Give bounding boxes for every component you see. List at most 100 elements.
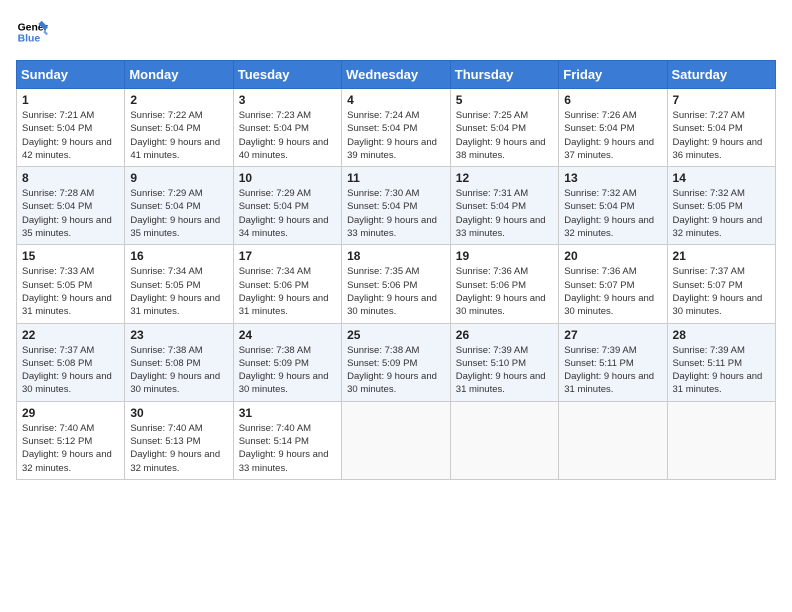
day-info: Sunrise: 7:24 AM Sunset: 5:04 PM Dayligh… bbox=[347, 109, 445, 162]
day-cell: 14Sunrise: 7:32 AM Sunset: 5:05 PM Dayli… bbox=[667, 167, 775, 245]
day-number: 30 bbox=[130, 406, 227, 420]
day-number: 16 bbox=[130, 249, 227, 263]
day-number: 3 bbox=[239, 93, 336, 107]
day-cell: 26 Sunrise: 7:39 AM Sunset: 5:10 PM Dayli… bbox=[450, 323, 558, 401]
day-header-monday: Monday bbox=[125, 61, 233, 89]
day-number: 31 bbox=[239, 406, 336, 420]
day-info: Sunrise: 7:40 AM Sunset: 5:14 PM Dayligh… bbox=[239, 422, 336, 475]
day-cell: 4Sunrise: 7:24 AM Sunset: 5:04 PM Daylig… bbox=[342, 89, 451, 167]
day-cell: 9 Sunrise: 7:29 AM Sunset: 5:04 PM Daylig… bbox=[125, 167, 233, 245]
day-cell: 3 Sunrise: 7:23 AM Sunset: 5:04 PM Daylig… bbox=[233, 89, 341, 167]
week-row-4: 29 Sunrise: 7:40 AM Sunset: 5:12 PM Dayli… bbox=[17, 401, 776, 479]
day-header-thursday: Thursday bbox=[450, 61, 558, 89]
day-info: Sunrise: 7:37 AM Sunset: 5:07 PM Dayligh… bbox=[673, 265, 770, 318]
day-cell: 18 Sunrise: 7:35 AM Sunset: 5:06 PM Dayli… bbox=[342, 245, 451, 323]
day-cell: 30 Sunrise: 7:40 AM Sunset: 5:13 PM Dayli… bbox=[125, 401, 233, 479]
day-cell: 31 Sunrise: 7:40 AM Sunset: 5:14 PM Dayli… bbox=[233, 401, 341, 479]
day-number: 29 bbox=[22, 406, 119, 420]
day-info: Sunrise: 7:33 AM Sunset: 5:05 PM Dayligh… bbox=[22, 265, 119, 318]
logo-icon: General Blue bbox=[16, 16, 48, 48]
day-cell bbox=[342, 401, 451, 479]
day-number: 28 bbox=[673, 328, 770, 342]
day-cell bbox=[667, 401, 775, 479]
day-cell: 24 Sunrise: 7:38 AM Sunset: 5:09 PM Dayli… bbox=[233, 323, 341, 401]
day-info: Sunrise: 7:39 AM Sunset: 5:11 PM Dayligh… bbox=[564, 344, 661, 397]
day-cell: 6 Sunrise: 7:26 AM Sunset: 5:04 PM Daylig… bbox=[559, 89, 667, 167]
day-number: 27 bbox=[564, 328, 661, 342]
day-cell bbox=[450, 401, 558, 479]
day-info: Sunrise: 7:38 AM Sunset: 5:08 PM Dayligh… bbox=[130, 344, 227, 397]
day-cell: 29 Sunrise: 7:40 AM Sunset: 5:12 PM Dayli… bbox=[17, 401, 125, 479]
day-info: Sunrise: 7:21 AM Sunset: 5:04 PM Dayligh… bbox=[22, 109, 119, 162]
day-info: Sunrise: 7:38 AM Sunset: 5:09 PM Dayligh… bbox=[347, 344, 445, 397]
day-info: Sunrise: 7:26 AM Sunset: 5:04 PM Dayligh… bbox=[564, 109, 661, 162]
day-cell: 22 Sunrise: 7:37 AM Sunset: 5:08 PM Dayli… bbox=[17, 323, 125, 401]
day-cell: 13 Sunrise: 7:32 AM Sunset: 5:04 PM Dayli… bbox=[559, 167, 667, 245]
day-header-saturday: Saturday bbox=[667, 61, 775, 89]
day-number: 22 bbox=[22, 328, 119, 342]
day-number: 23 bbox=[130, 328, 227, 342]
day-info: Sunrise: 7:37 AM Sunset: 5:08 PM Dayligh… bbox=[22, 344, 119, 397]
page-header: General Blue bbox=[16, 16, 776, 48]
day-cell: 15Sunrise: 7:33 AM Sunset: 5:05 PM Dayli… bbox=[17, 245, 125, 323]
day-info: Sunrise: 7:32 AM Sunset: 5:04 PM Dayligh… bbox=[564, 187, 661, 240]
day-number: 5 bbox=[456, 93, 553, 107]
day-info: Sunrise: 7:30 AM Sunset: 5:04 PM Dayligh… bbox=[347, 187, 445, 240]
day-number: 8 bbox=[22, 171, 119, 185]
day-number: 25 bbox=[347, 328, 445, 342]
logo: General Blue bbox=[16, 16, 48, 48]
day-info: Sunrise: 7:40 AM Sunset: 5:13 PM Dayligh… bbox=[130, 422, 227, 475]
day-info: Sunrise: 7:29 AM Sunset: 5:04 PM Dayligh… bbox=[130, 187, 227, 240]
week-row-1: 8 Sunrise: 7:28 AM Sunset: 5:04 PM Daylig… bbox=[17, 167, 776, 245]
day-cell: 16Sunrise: 7:34 AM Sunset: 5:05 PM Dayli… bbox=[125, 245, 233, 323]
day-number: 2 bbox=[130, 93, 227, 107]
week-row-3: 22 Sunrise: 7:37 AM Sunset: 5:08 PM Dayli… bbox=[17, 323, 776, 401]
day-number: 9 bbox=[130, 171, 227, 185]
day-cell: 12 Sunrise: 7:31 AM Sunset: 5:04 PM Dayli… bbox=[450, 167, 558, 245]
day-cell: 21 Sunrise: 7:37 AM Sunset: 5:07 PM Dayli… bbox=[667, 245, 775, 323]
day-number: 12 bbox=[456, 171, 553, 185]
day-number: 18 bbox=[347, 249, 445, 263]
day-cell: 5 Sunrise: 7:25 AM Sunset: 5:04 PM Daylig… bbox=[450, 89, 558, 167]
day-cell: 25 Sunrise: 7:38 AM Sunset: 5:09 PM Dayli… bbox=[342, 323, 451, 401]
day-info: Sunrise: 7:27 AM Sunset: 5:04 PM Dayligh… bbox=[673, 109, 770, 162]
calendar-table: SundayMondayTuesdayWednesdayThursdayFrid… bbox=[16, 60, 776, 480]
day-info: Sunrise: 7:29 AM Sunset: 5:04 PM Dayligh… bbox=[239, 187, 336, 240]
day-info: Sunrise: 7:39 AM Sunset: 5:10 PM Dayligh… bbox=[456, 344, 553, 397]
day-cell: 19Sunrise: 7:36 AM Sunset: 5:06 PM Dayli… bbox=[450, 245, 558, 323]
day-header-sunday: Sunday bbox=[17, 61, 125, 89]
day-number: 11 bbox=[347, 171, 445, 185]
day-header-friday: Friday bbox=[559, 61, 667, 89]
day-number: 10 bbox=[239, 171, 336, 185]
day-cell: 28 Sunrise: 7:39 AM Sunset: 5:11 PM Dayli… bbox=[667, 323, 775, 401]
week-row-2: 15Sunrise: 7:33 AM Sunset: 5:05 PM Dayli… bbox=[17, 245, 776, 323]
day-info: Sunrise: 7:38 AM Sunset: 5:09 PM Dayligh… bbox=[239, 344, 336, 397]
day-cell: 17Sunrise: 7:34 AM Sunset: 5:06 PM Dayli… bbox=[233, 245, 341, 323]
svg-text:Blue: Blue bbox=[18, 34, 41, 45]
day-number: 20 bbox=[564, 249, 661, 263]
day-number: 26 bbox=[456, 328, 553, 342]
day-number: 13 bbox=[564, 171, 661, 185]
day-number: 24 bbox=[239, 328, 336, 342]
day-info: Sunrise: 7:39 AM Sunset: 5:11 PM Dayligh… bbox=[673, 344, 770, 397]
day-info: Sunrise: 7:28 AM Sunset: 5:04 PM Dayligh… bbox=[22, 187, 119, 240]
day-number: 21 bbox=[673, 249, 770, 263]
day-cell: 10 Sunrise: 7:29 AM Sunset: 5:04 PM Dayli… bbox=[233, 167, 341, 245]
day-cell: 20Sunrise: 7:36 AM Sunset: 5:07 PM Dayli… bbox=[559, 245, 667, 323]
day-number: 1 bbox=[22, 93, 119, 107]
day-header-wednesday: Wednesday bbox=[342, 61, 451, 89]
day-info: Sunrise: 7:25 AM Sunset: 5:04 PM Dayligh… bbox=[456, 109, 553, 162]
day-info: Sunrise: 7:35 AM Sunset: 5:06 PM Dayligh… bbox=[347, 265, 445, 318]
day-info: Sunrise: 7:31 AM Sunset: 5:04 PM Dayligh… bbox=[456, 187, 553, 240]
day-info: Sunrise: 7:40 AM Sunset: 5:12 PM Dayligh… bbox=[22, 422, 119, 475]
day-cell: 1 Sunrise: 7:21 AM Sunset: 5:04 PM Daylig… bbox=[17, 89, 125, 167]
day-cell bbox=[559, 401, 667, 479]
day-number: 6 bbox=[564, 93, 661, 107]
day-info: Sunrise: 7:22 AM Sunset: 5:04 PM Dayligh… bbox=[130, 109, 227, 162]
day-number: 7 bbox=[673, 93, 770, 107]
day-info: Sunrise: 7:23 AM Sunset: 5:04 PM Dayligh… bbox=[239, 109, 336, 162]
day-info: Sunrise: 7:32 AM Sunset: 5:05 PM Dayligh… bbox=[673, 187, 770, 240]
day-cell: 2 Sunrise: 7:22 AM Sunset: 5:04 PM Daylig… bbox=[125, 89, 233, 167]
day-cell: 7 Sunrise: 7:27 AM Sunset: 5:04 PM Daylig… bbox=[667, 89, 775, 167]
day-cell: 23 Sunrise: 7:38 AM Sunset: 5:08 PM Dayli… bbox=[125, 323, 233, 401]
